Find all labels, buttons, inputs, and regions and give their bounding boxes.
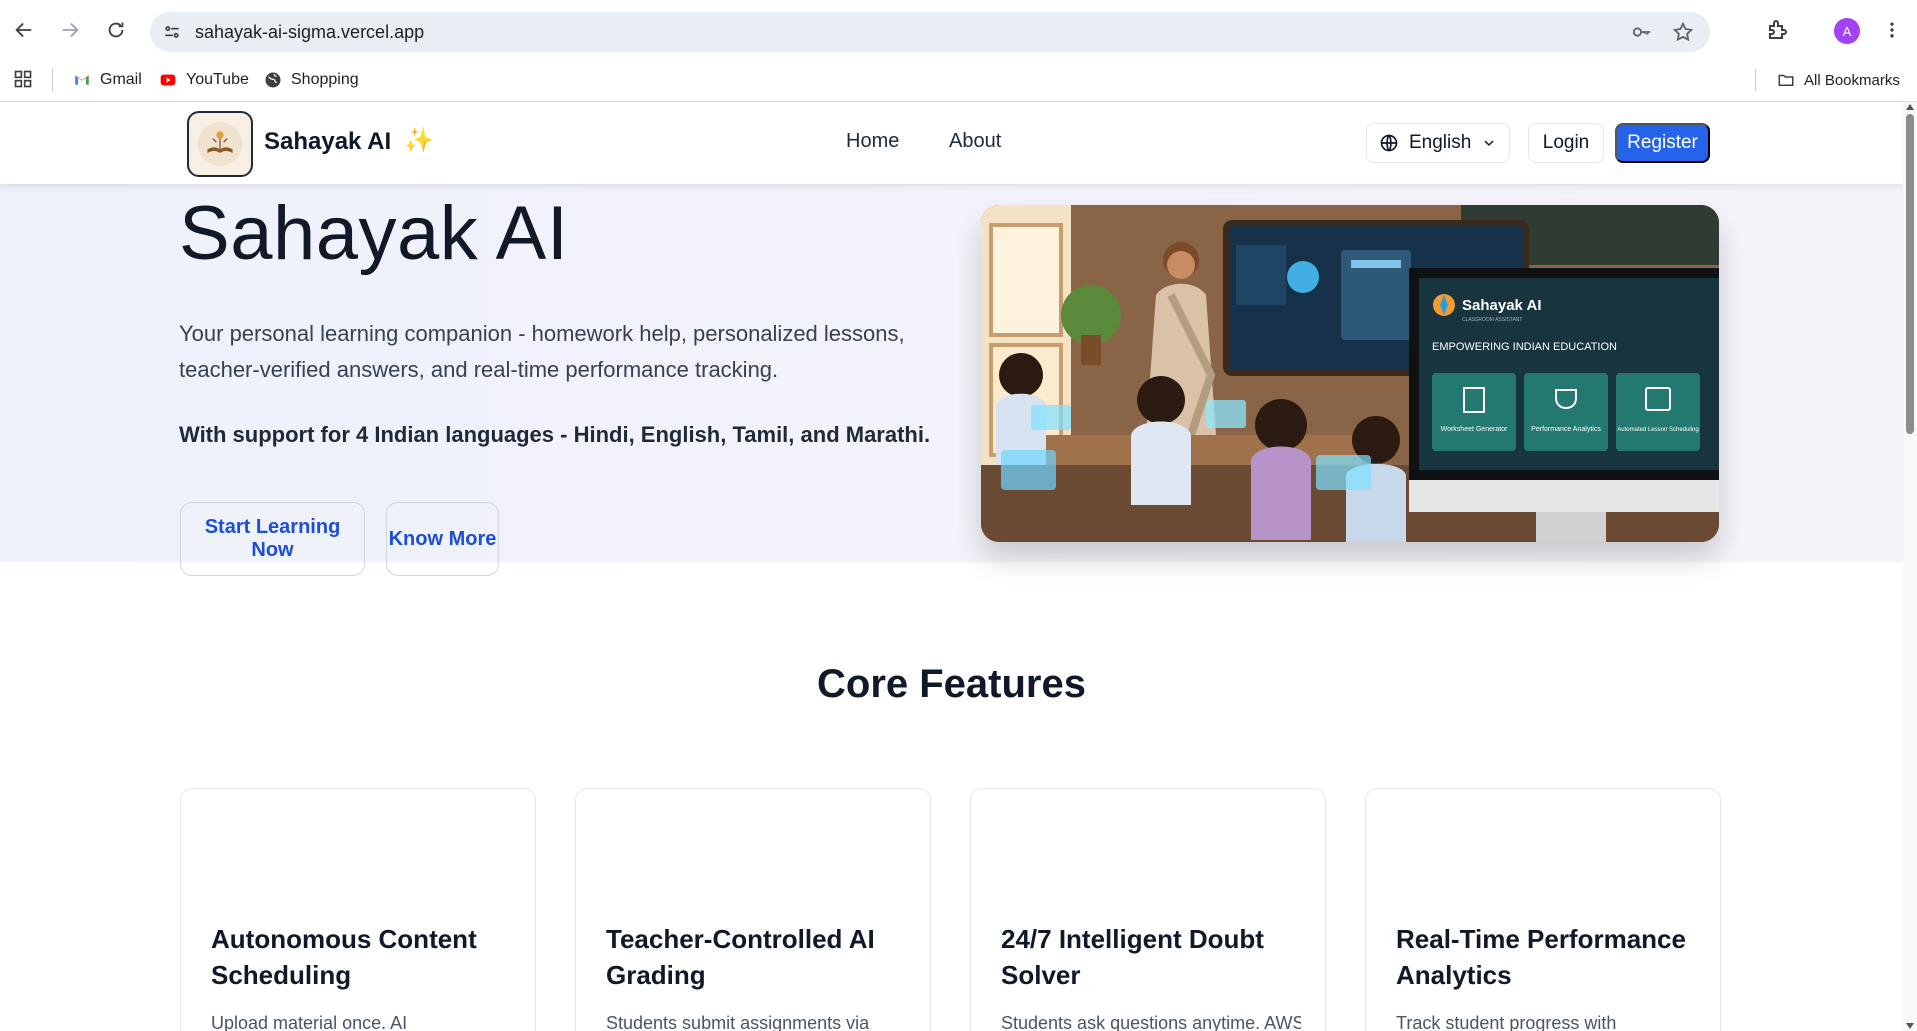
know-more-button[interactable]: Know More (386, 502, 499, 576)
feature-card: 24/7 Intelligent Doubt Solver Students a… (970, 788, 1326, 1031)
tile-analytics: Performance Analytics (1531, 426, 1601, 433)
login-button[interactable]: Login (1528, 123, 1604, 163)
sparkle-icon: ✨ (404, 127, 434, 154)
feature-description: Students ask questions anytime. AWS (1001, 1013, 1301, 1031)
feature-title: Teacher-Controlled AI Grading (606, 924, 875, 990)
apps-grid-icon[interactable] (13, 69, 33, 89)
back-icon[interactable] (8, 14, 40, 46)
reload-icon[interactable] (100, 14, 132, 46)
site-header: Sahayak AI ✨ Home About English Login Re… (0, 102, 1903, 184)
scroll-down-icon[interactable] (1906, 1023, 1914, 1029)
feature-description: Students submit assignments via (606, 1013, 870, 1031)
feature-card: Autonomous Content Scheduling Upload mat… (180, 788, 536, 1031)
all-bookmarks-label: All Bookmarks (1804, 71, 1900, 89)
globe-icon (1380, 134, 1398, 152)
forward-icon[interactable] (54, 14, 86, 46)
bookmark-label: YouTube (186, 71, 249, 88)
core-features-heading: Core Features (817, 662, 1086, 706)
folder-icon (1776, 70, 1796, 90)
bookmark-divider (52, 69, 53, 91)
site-info-icon[interactable] (162, 22, 182, 42)
address-bar[interactable]: sahayak-ai-sigma.vercel.app (150, 12, 1710, 52)
feature-description: Upload material once. AI (211, 1013, 408, 1031)
nav-about[interactable]: About (949, 130, 1001, 153)
nav-home[interactable]: Home (846, 130, 899, 153)
hero-description: Your personal learning companion - homew… (179, 321, 905, 382)
bookmark-youtube[interactable]: YouTube (158, 68, 249, 92)
extensions-icon[interactable] (1766, 18, 1790, 42)
profile-avatar[interactable]: A (1834, 18, 1860, 44)
feature-card: Real-Time Performance Analytics Track st… (1365, 788, 1721, 1031)
feature-title: Real-Time Performance Analytics (1396, 924, 1686, 990)
bookmark-star-icon[interactable] (1672, 21, 1694, 43)
all-bookmarks-button[interactable]: All Bookmarks (1776, 68, 1900, 92)
page-scrollbar[interactable] (1903, 102, 1917, 1031)
feature-card: Teacher-Controlled AI Grading Students s… (575, 788, 931, 1031)
feature-description: Track student progress with (1396, 1013, 1617, 1031)
hero-languages: With support for 4 Indian languages - Hi… (179, 422, 931, 447)
bookmark-divider (1755, 69, 1756, 91)
monitor-brand: Sahayak AI (1462, 297, 1542, 314)
scroll-up-icon[interactable] (1906, 104, 1914, 110)
feature-title: Autonomous Content Scheduling (211, 924, 477, 990)
youtube-icon (158, 70, 178, 90)
bookmark-gmail[interactable]: Gmail (72, 68, 142, 92)
password-key-icon[interactable] (1630, 21, 1654, 43)
start-learning-button[interactable]: Start Learning Now (180, 502, 365, 576)
language-label: English (1409, 132, 1472, 153)
browser-toolbar: sahayak-ai-sigma.vercel.app A (0, 0, 1917, 58)
tile-worksheet: Worksheet Generator (1441, 426, 1508, 433)
brand-logo[interactable] (187, 111, 253, 177)
scrollbar-thumb[interactable] (1906, 114, 1914, 434)
chevron-down-icon (1484, 140, 1494, 147)
page-viewport: Sahayak AI ✨ Home About English Login Re… (0, 102, 1903, 1031)
tile-scheduling: Automated Lesson Scheduling (1617, 427, 1698, 433)
browser-menu-icon[interactable] (1882, 18, 1902, 42)
bookmarks-bar: Gmail YouTube Shopping All Bookmarks (0, 58, 1917, 102)
brand-name[interactable]: Sahayak AI (264, 128, 391, 156)
gmail-icon (72, 70, 92, 90)
bookmark-label: Shopping (291, 71, 359, 88)
hero-title: Sahayak AI (179, 191, 569, 276)
monitor-heading: EMPOWERING INDIAN EDUCATION (1432, 341, 1617, 353)
bookmark-shopping[interactable]: Shopping (263, 68, 359, 92)
language-selector[interactable]: English (1366, 123, 1510, 163)
bookmark-label: Gmail (100, 71, 142, 88)
url-text[interactable]: sahayak-ai-sigma.vercel.app (195, 22, 424, 43)
hero-classroom-image: Sahayak AI CLASSROOM ASSISTANT EMPOWERIN… (981, 205, 1719, 542)
register-button[interactable]: Register (1615, 123, 1710, 163)
monitor-subtitle: CLASSROOM ASSISTANT (1462, 317, 1522, 323)
globe-icon (263, 70, 283, 90)
book-logo-icon (198, 122, 242, 166)
feature-title: 24/7 Intelligent Doubt Solver (1001, 924, 1264, 990)
